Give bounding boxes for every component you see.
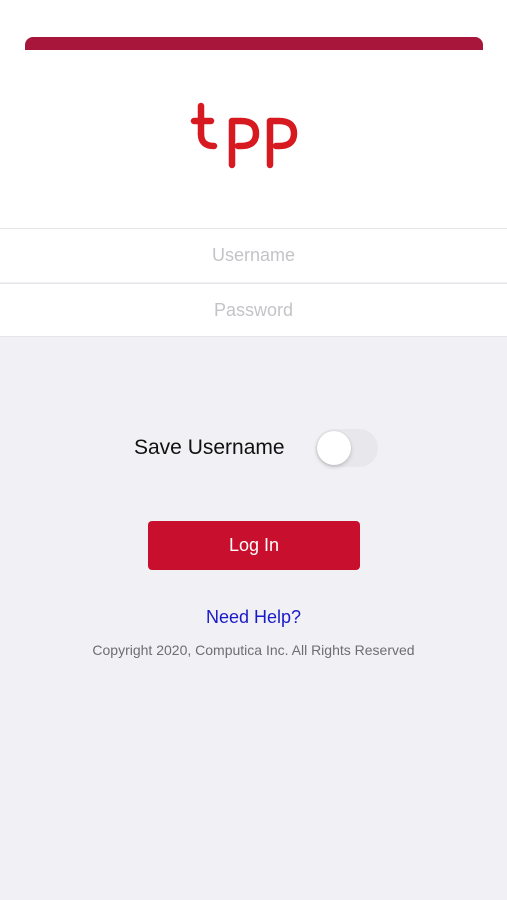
tpp-logo [190, 102, 298, 169]
password-field [0, 283, 507, 337]
header-bar [25, 37, 483, 50]
need-help-link[interactable]: Need Help? [0, 607, 507, 628]
copyright-text: Copyright 2020, Computica Inc. All Right… [92, 642, 415, 658]
username-input[interactable] [0, 229, 507, 282]
save-username-row: Save Username [0, 428, 507, 468]
login-button[interactable]: Log In [148, 521, 360, 570]
password-input[interactable] [0, 284, 507, 336]
toggle-knob [317, 431, 351, 465]
save-username-label: Save Username [134, 436, 285, 459]
save-username-toggle[interactable] [315, 429, 378, 467]
username-field [0, 228, 507, 282]
